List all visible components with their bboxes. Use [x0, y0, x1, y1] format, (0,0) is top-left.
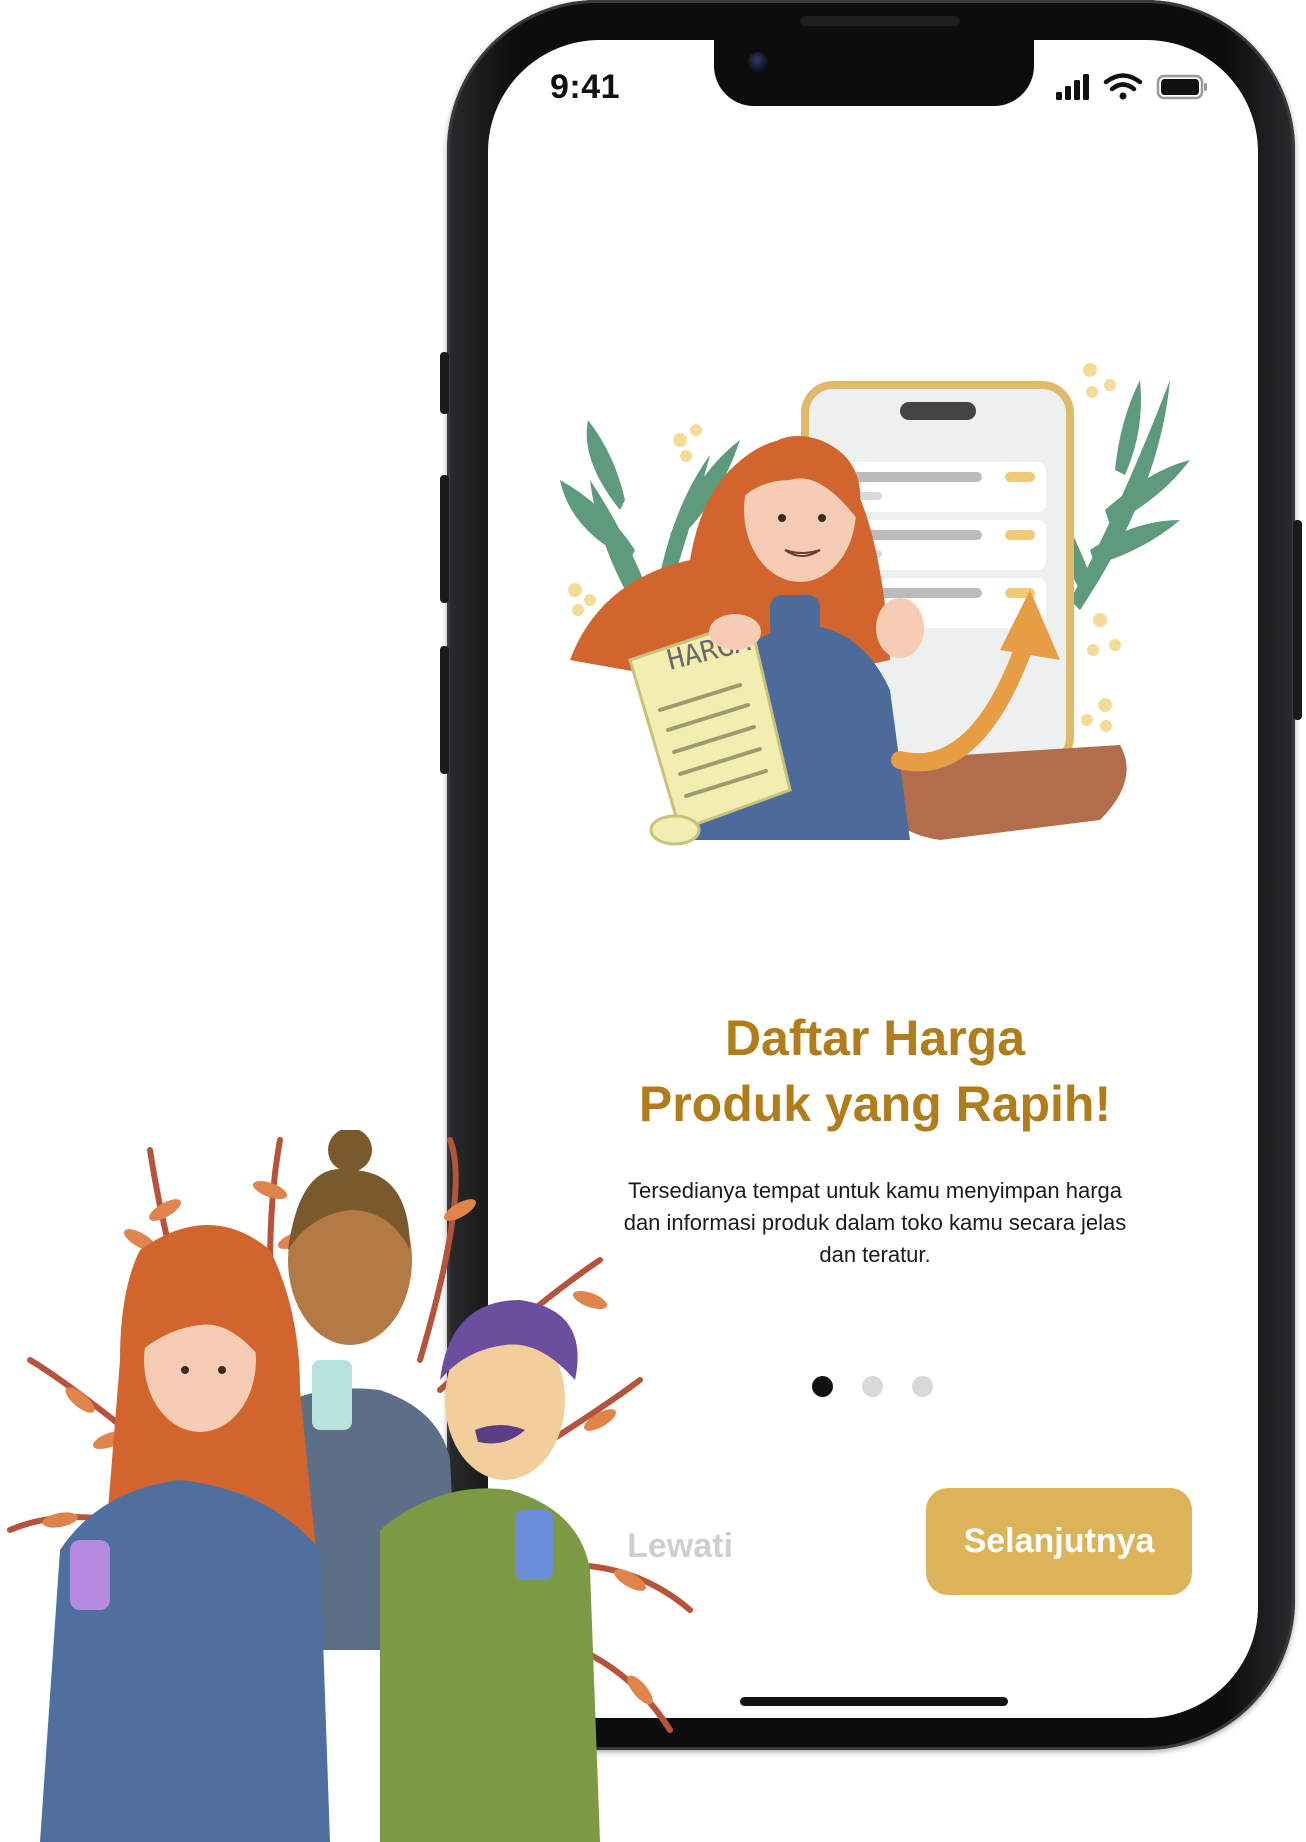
- mute-switch: [440, 352, 449, 414]
- volume-down-button: [440, 646, 449, 774]
- power-button: [1293, 520, 1302, 720]
- next-button[interactable]: Selanjutnya: [926, 1488, 1192, 1595]
- title-line-2: Produk yang Rapih!: [638, 1076, 1112, 1132]
- wifi-icon: [1103, 73, 1143, 100]
- price-list-illustration: HARGA: [560, 363, 1190, 846]
- signal-icon: [1056, 74, 1089, 100]
- battery-icon: [1156, 74, 1207, 100]
- page-dot-2[interactable]: [862, 1376, 883, 1397]
- onboarding-title: Daftar Harga Produk yang Rapih!: [540, 1005, 1210, 1137]
- speaker-grille: [800, 16, 960, 26]
- page-dot-3[interactable]: [912, 1376, 933, 1397]
- notch: [714, 40, 1034, 106]
- people-with-phones-illustration: [7, 1130, 693, 1842]
- front-camera: [748, 52, 768, 72]
- page-indicator: [808, 1376, 938, 1400]
- home-indicator: [740, 1697, 1008, 1706]
- page-dot-1[interactable]: [812, 1376, 833, 1397]
- status-icons: [1056, 73, 1207, 100]
- volume-up-button: [440, 475, 449, 603]
- title-line-1: Daftar Harga: [724, 1010, 1026, 1066]
- status-time: 9:41: [550, 68, 621, 106]
